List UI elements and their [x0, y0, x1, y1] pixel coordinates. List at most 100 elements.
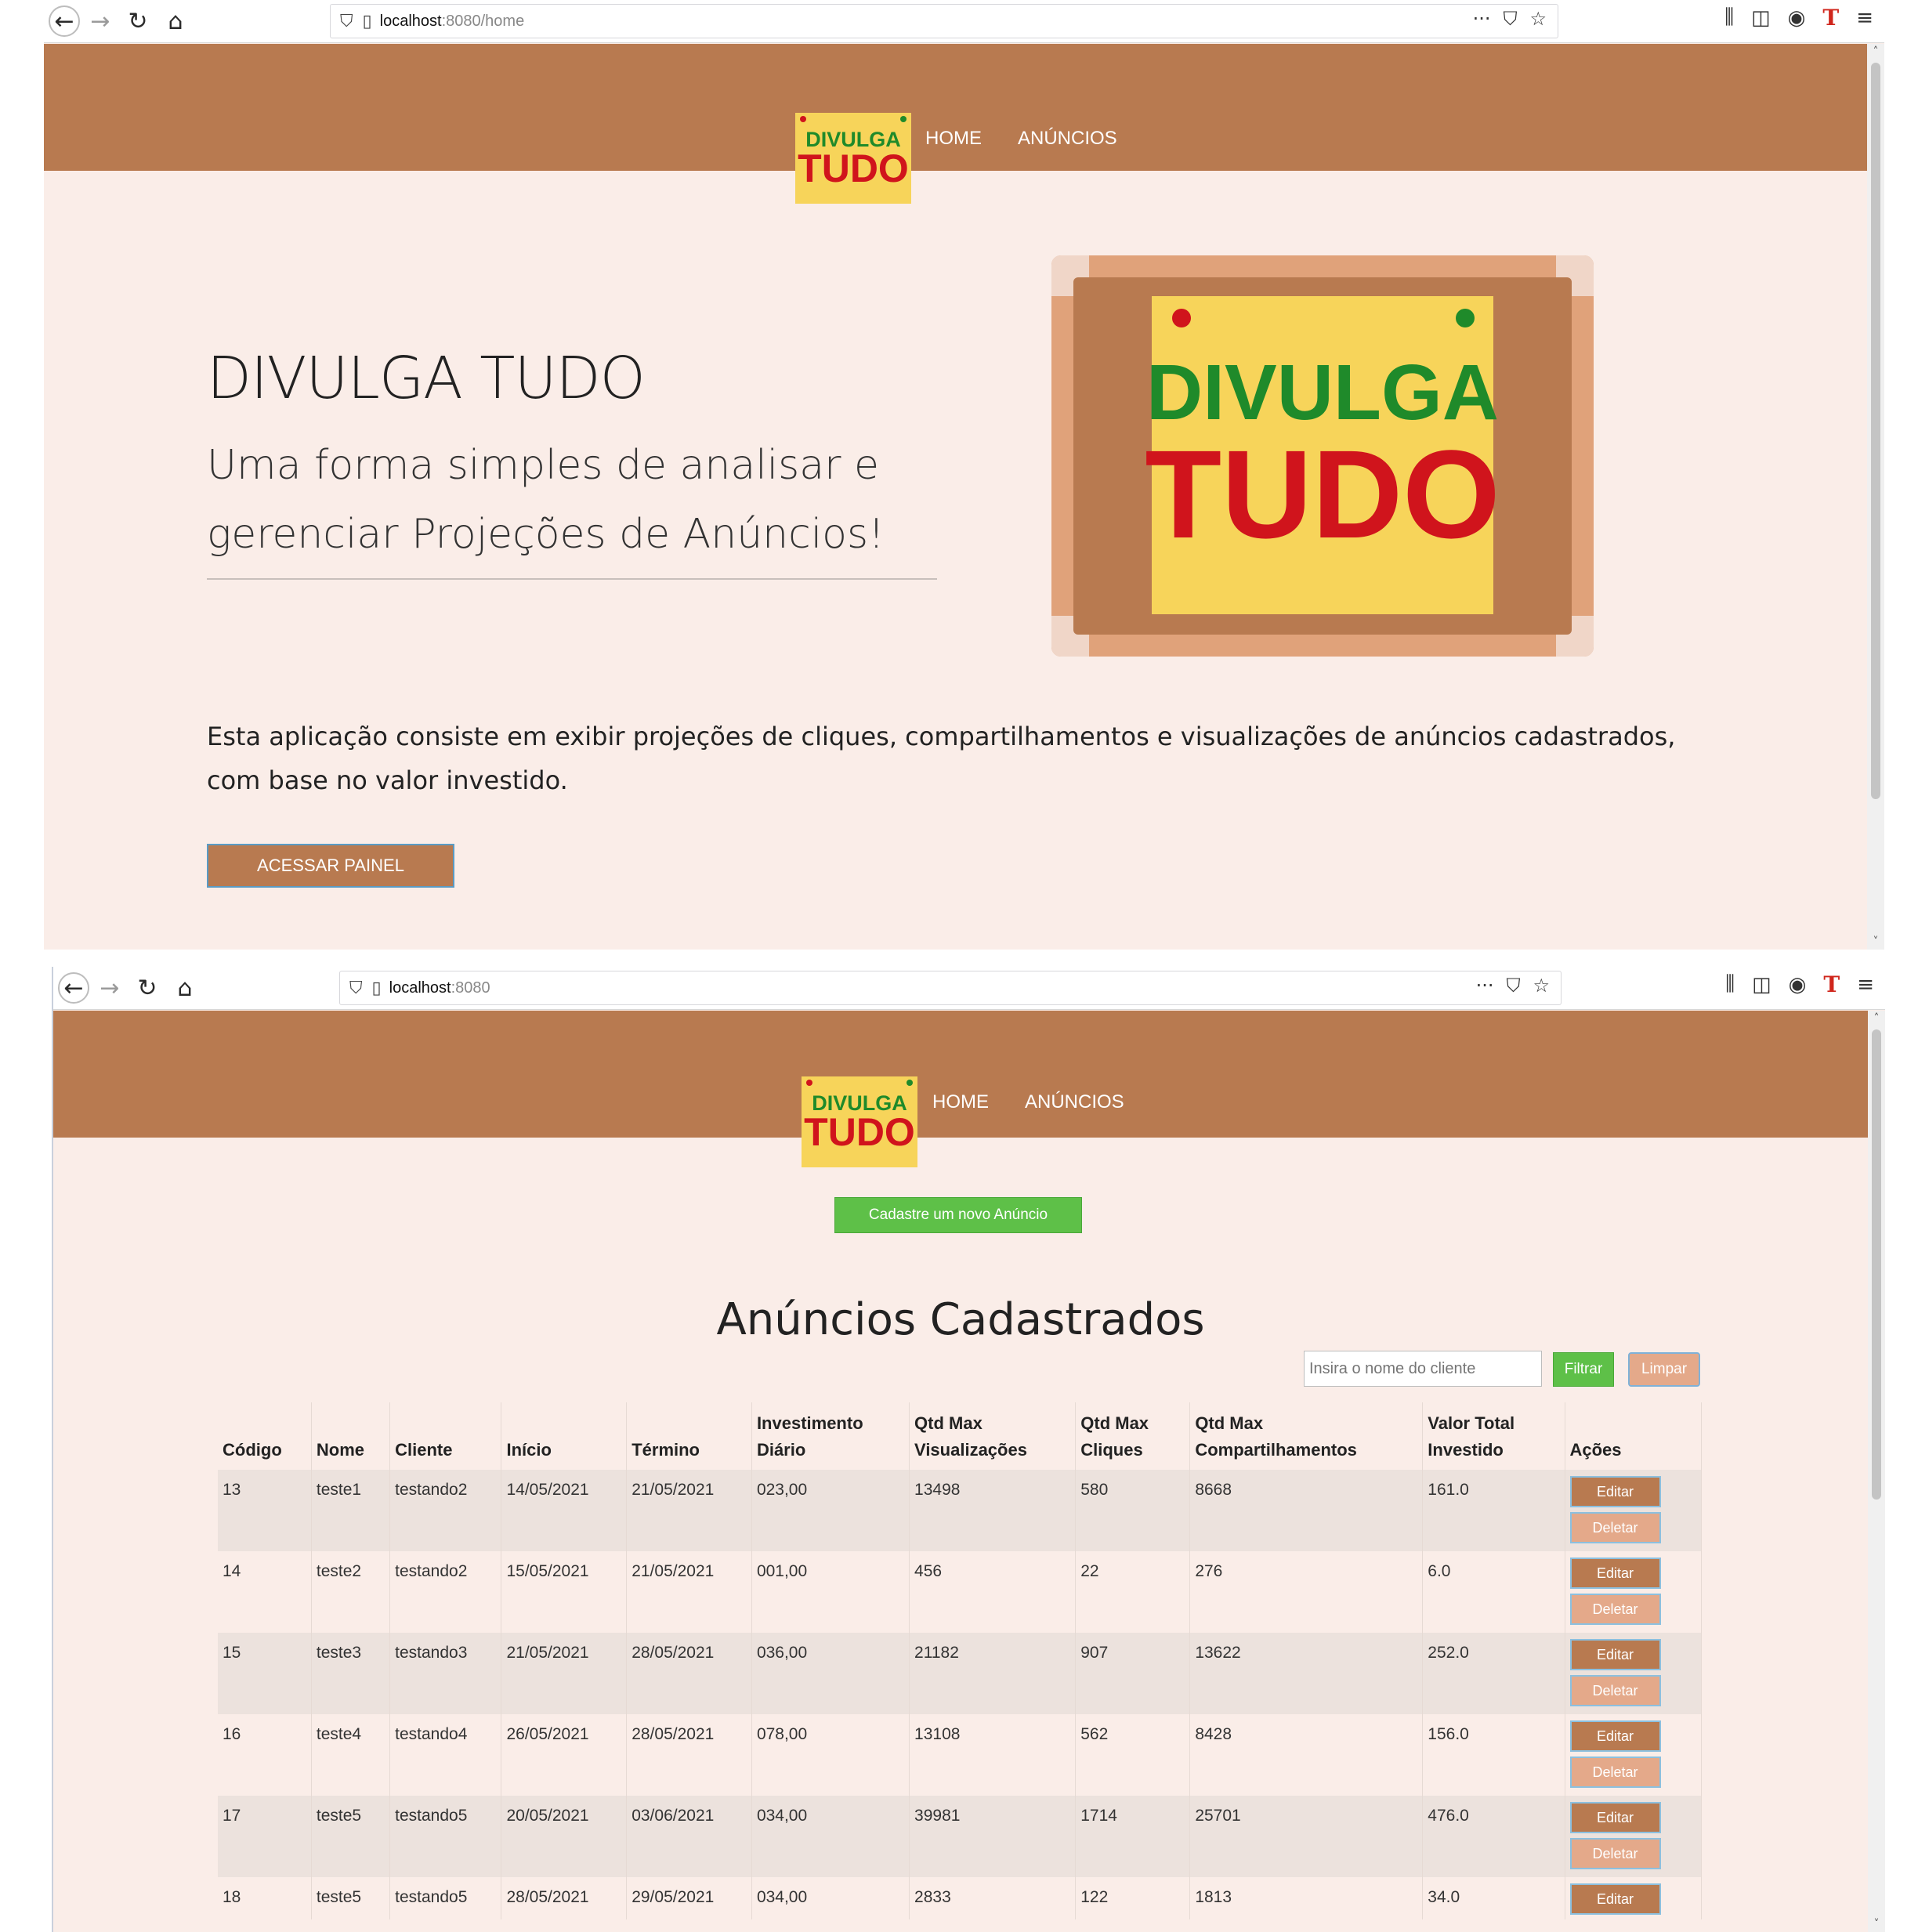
- star-icon[interactable]: ☆: [1533, 975, 1550, 997]
- url-host: localhost: [379, 12, 442, 30]
- hero-divider: [207, 578, 937, 580]
- library-icon[interactable]: ⫼: [1725, 972, 1735, 997]
- table-cell: teste5: [311, 1877, 391, 1919]
- more-icon[interactable]: ···: [1473, 8, 1491, 30]
- scrollbar[interactable]: ˄ ˅: [1867, 44, 1884, 950]
- delete-button[interactable]: Deletar: [1569, 1838, 1661, 1869]
- green-pin-icon: [900, 116, 907, 122]
- table-cell: 001,00: [751, 1551, 910, 1633]
- client-filter-input[interactable]: [1304, 1351, 1542, 1387]
- access-panel-button[interactable]: ACESSAR PAINEL: [207, 844, 454, 888]
- scroll-up-icon[interactable]: ˄: [1868, 1012, 1885, 1025]
- new-ad-button[interactable]: Cadastre um novo Anúncio: [834, 1197, 1082, 1233]
- table-cell: 16: [218, 1714, 312, 1796]
- table-cell: 078,00: [751, 1714, 910, 1796]
- shield-icon[interactable]: ⛉: [349, 979, 363, 998]
- column-header: Ações: [1565, 1402, 1702, 1470]
- actions-cell: Editar Deletar: [1565, 1796, 1702, 1877]
- edit-button[interactable]: Editar: [1569, 1639, 1661, 1670]
- delete-button[interactable]: Deletar: [1569, 1512, 1661, 1543]
- table-cell: 21/05/2021: [626, 1551, 752, 1633]
- site-logo[interactable]: DIVULGA TUDO: [802, 1076, 917, 1167]
- scrollbar[interactable]: ˄ ˅: [1868, 1011, 1885, 1932]
- pocket-icon[interactable]: ⛉: [1506, 975, 1520, 997]
- table-row: 16 teste4 testando4 26/05/2021 28/05/2021 078…: [218, 1714, 1702, 1796]
- table-cell: 034,00: [751, 1796, 910, 1877]
- scroll-down-icon[interactable]: ˅: [1867, 935, 1884, 948]
- edit-button[interactable]: Editar: [1569, 1476, 1661, 1507]
- t-extension-icon[interactable]: T: [1822, 5, 1839, 31]
- scroll-down-icon[interactable]: ˅: [1868, 1918, 1885, 1930]
- board-paper: DIVULGA TUDO: [1145, 296, 1500, 614]
- green-pin-icon: [907, 1080, 913, 1086]
- table-cell: 2833: [909, 1877, 1077, 1919]
- table-cell: 29/05/2021: [626, 1877, 752, 1919]
- site-nav: HOME ANÚNCIOS: [925, 128, 1117, 150]
- delete-button[interactable]: Deletar: [1569, 1675, 1661, 1706]
- table-cell: 252.0: [1422, 1633, 1565, 1714]
- table-cell: 13498: [909, 1470, 1077, 1551]
- site-header: [44, 44, 1867, 171]
- actions-cell: Editar Deletar: [1565, 1470, 1702, 1551]
- url-text[interactable]: localhost:8080: [389, 979, 490, 997]
- table-cell: 580: [1075, 1470, 1191, 1551]
- table-row: 15 teste3 testando3 21/05/2021 28/05/2021 036…: [218, 1633, 1702, 1714]
- library-icon[interactable]: ⫼: [1724, 5, 1734, 30]
- sidebar-icon[interactable]: ◫: [1752, 973, 1771, 997]
- account-icon[interactable]: ◉: [1789, 973, 1807, 997]
- edit-button[interactable]: Editar: [1569, 1802, 1661, 1833]
- menu-icon[interactable]: ≡: [1856, 6, 1873, 30]
- scroll-up-icon[interactable]: ˄: [1867, 45, 1884, 58]
- sidebar-icon[interactable]: ◫: [1751, 6, 1771, 30]
- table-cell: 8668: [1189, 1470, 1424, 1551]
- edit-button[interactable]: Editar: [1569, 1558, 1661, 1589]
- table-cell: 39981: [909, 1796, 1077, 1877]
- browser-toolbar: ← → ↻ ⌂ ⛉ ▯ localhost:8080 ··· ⛉ ☆ ⫼ ◫ ◉…: [53, 967, 1885, 1010]
- menu-icon[interactable]: ≡: [1857, 973, 1874, 997]
- home-icon[interactable]: ⌂: [169, 972, 201, 1004]
- column-header: Qtd Max Cliques: [1075, 1402, 1191, 1470]
- star-icon[interactable]: ☆: [1529, 8, 1547, 30]
- table-cell: testando5: [389, 1877, 502, 1919]
- account-icon[interactable]: ◉: [1788, 6, 1806, 30]
- delete-button[interactable]: Deletar: [1569, 1757, 1661, 1788]
- url-bar[interactable]: ⛉ ▯ localhost:8080 ··· ⛉ ☆: [339, 971, 1562, 1005]
- nav-home-link[interactable]: HOME: [932, 1091, 989, 1113]
- url-path: :8080: [451, 979, 490, 997]
- filter-button[interactable]: Filtrar: [1553, 1352, 1614, 1387]
- site-logo[interactable]: DIVULGA TUDO: [795, 113, 911, 204]
- nav-ads-link[interactable]: ANÚNCIOS: [1018, 128, 1117, 150]
- nav-home-link[interactable]: HOME: [925, 128, 982, 150]
- forward-arrow-icon[interactable]: →: [85, 5, 116, 37]
- clear-button[interactable]: Limpar: [1628, 1352, 1700, 1387]
- forward-arrow-icon[interactable]: →: [94, 972, 125, 1004]
- url-text[interactable]: localhost:8080/home: [380, 13, 525, 31]
- table-cell: 20/05/2021: [501, 1796, 628, 1877]
- site-nav: HOME ANÚNCIOS: [932, 1091, 1124, 1113]
- table-cell: testando2: [389, 1470, 502, 1551]
- table-cell: 14/05/2021: [501, 1470, 628, 1551]
- table-cell: 122: [1075, 1877, 1191, 1919]
- edit-button[interactable]: Editar: [1569, 1720, 1661, 1752]
- url-bar[interactable]: ⛉ ▯ localhost:8080/home ··· ⛉ ☆: [330, 4, 1558, 38]
- column-header: Início: [501, 1402, 628, 1470]
- nav-ads-link[interactable]: ANÚNCIOS: [1025, 1091, 1124, 1113]
- reload-icon[interactable]: ↻: [132, 972, 163, 1004]
- table-cell: 276: [1189, 1551, 1424, 1633]
- table-cell: 6.0: [1422, 1551, 1565, 1633]
- edit-button[interactable]: Editar: [1569, 1883, 1661, 1915]
- table-cell: 13622: [1189, 1633, 1424, 1714]
- back-arrow-icon[interactable]: ←: [58, 972, 89, 1004]
- shield-icon[interactable]: ⛉: [340, 12, 353, 31]
- more-icon[interactable]: ···: [1476, 975, 1494, 997]
- pocket-icon[interactable]: ⛉: [1503, 8, 1517, 30]
- reload-icon[interactable]: ↻: [122, 5, 154, 37]
- scroll-thumb[interactable]: [1871, 63, 1880, 799]
- back-arrow-icon[interactable]: ←: [49, 5, 80, 37]
- table-cell: 156.0: [1422, 1714, 1565, 1796]
- home-icon[interactable]: ⌂: [160, 5, 191, 37]
- t-extension-icon[interactable]: T: [1823, 971, 1840, 997]
- scroll-thumb[interactable]: [1872, 1029, 1881, 1500]
- table-cell: teste3: [311, 1633, 391, 1714]
- delete-button[interactable]: Deletar: [1569, 1594, 1661, 1625]
